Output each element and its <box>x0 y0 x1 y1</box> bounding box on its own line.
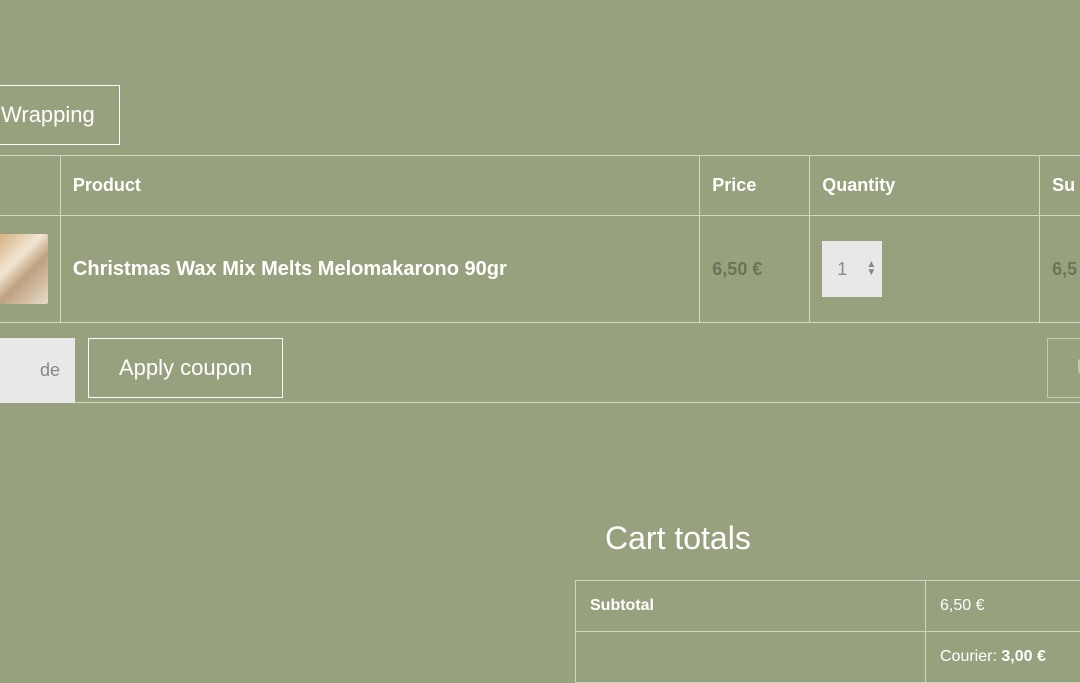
product-name-link[interactable]: Christmas Wax Mix Melts Melomakarono 90g… <box>73 258 507 280</box>
subtotal-value: 6,50 € <box>926 581 1080 632</box>
update-cart-button[interactable]: Upda <box>1047 338 1080 398</box>
table-header-row: Product Price Quantity Su <box>0 156 1080 216</box>
table-row: Christmas Wax Mix Melts Melomakarono 90g… <box>0 216 1080 323</box>
product-image[interactable] <box>0 234 48 304</box>
cart-table: Product Price Quantity Su Christmas Wax … <box>0 155 1080 323</box>
col-header-thumb <box>0 156 60 216</box>
stepper-arrows-icon[interactable]: ▲▼ <box>866 261 876 277</box>
coupon-code-input[interactable] <box>0 338 75 403</box>
wrapping-button[interactable]: Wrapping <box>0 85 120 145</box>
product-quantity-cell: ▲▼ <box>810 216 1040 323</box>
subtotal-row: Subtotal 6,50 € <box>576 581 1080 632</box>
col-header-price: Price <box>700 156 810 216</box>
subtotal-label: Subtotal <box>576 581 926 632</box>
col-header-product: Product <box>60 156 699 216</box>
product-price-cell: 6,50 € <box>700 216 810 323</box>
col-header-subtotal: Su <box>1040 156 1080 216</box>
shipping-method-label: Courier: <box>940 648 1001 665</box>
product-subtotal-cell: 6,5 <box>1040 216 1080 323</box>
apply-coupon-button[interactable]: Apply coupon <box>88 338 283 398</box>
product-name-cell: Christmas Wax Mix Melts Melomakarono 90g… <box>60 216 699 323</box>
shipping-price: 3,00 € <box>1001 648 1045 665</box>
product-thumb-cell <box>0 216 60 323</box>
cart-totals-heading: Cart totals <box>605 520 751 557</box>
cart-totals-table: Subtotal 6,50 € Courier: 3,00 € <box>575 580 1080 683</box>
col-header-quantity: Quantity <box>810 156 1040 216</box>
quantity-stepper[interactable]: ▲▼ <box>822 241 882 297</box>
cart-actions-row: Apply coupon Upda <box>0 338 1080 403</box>
